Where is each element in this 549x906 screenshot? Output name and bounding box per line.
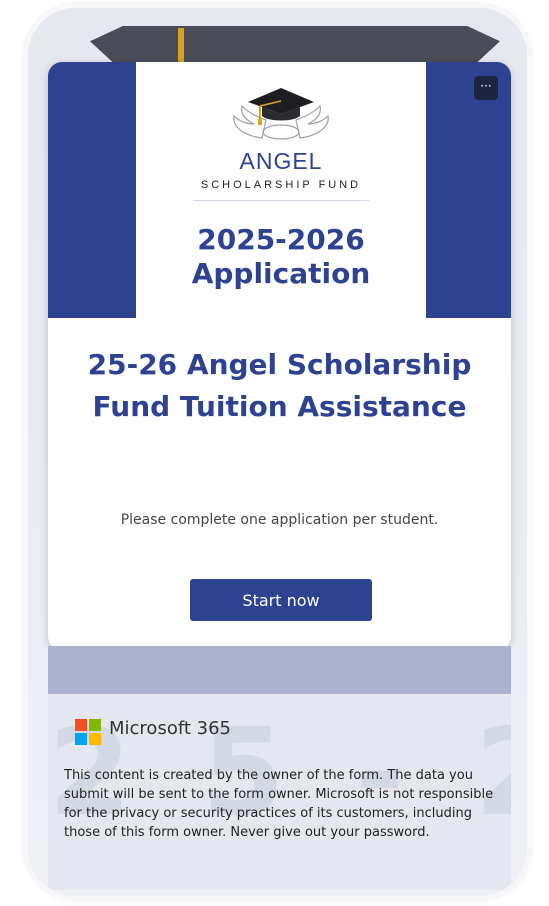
microsoft-brand-label: Microsoft 365 <box>109 718 231 739</box>
header-banner: ANGEL SCHOLARSHIP FUND 2025-2026 Applica… <box>48 62 511 318</box>
start-now-button[interactable]: Start now <box>190 579 372 621</box>
more-options-icon: ··· <box>480 79 492 93</box>
footer: 25-26 Microsoft 365 This content is crea… <box>48 694 511 890</box>
phone-frame: ANGEL SCHOLARSHIP FUND 2025-2026 Applica… <box>28 8 527 896</box>
cap-background-graphic <box>90 26 500 64</box>
org-name: ANGEL <box>239 148 323 174</box>
form-title: 25-26 Angel Scholarship Fund Tuition Ass… <box>87 348 472 423</box>
microsoft-logo-icon <box>75 719 101 745</box>
angel-logo-icon <box>233 88 329 140</box>
disclaimer-text: This content is created by the owner of … <box>64 768 494 840</box>
graduation-cap-icon <box>248 88 314 125</box>
form-welcome-card: ANGEL SCHOLARSHIP FUND 2025-2026 Applica… <box>48 62 511 650</box>
accent-strip <box>48 646 511 694</box>
divider <box>193 200 369 201</box>
org-subtitle: SCHOLARSHIP FUND <box>200 179 362 191</box>
form-subtitle: Please complete one application per stud… <box>120 512 439 528</box>
more-options-button[interactable]: ··· <box>474 76 498 100</box>
application-year-heading: 2025-2026 Application <box>136 223 426 291</box>
year-line: 2025-2026 <box>197 223 365 256</box>
application-line: Application <box>191 257 371 290</box>
